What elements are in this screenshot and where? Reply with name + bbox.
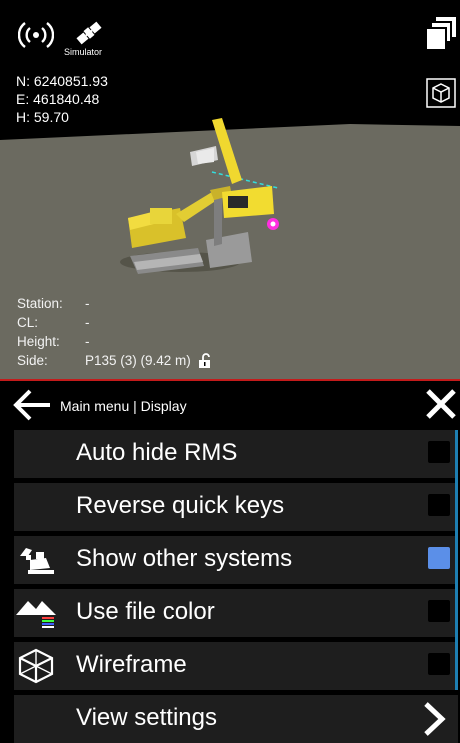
menu-item-use-file-color[interactable]: Use file color	[14, 589, 458, 637]
height: H: 59.70	[16, 109, 69, 125]
display-menu: Auto hide RMS Reverse quick keys Show ot…	[0, 430, 460, 743]
terrain-color-icon	[16, 601, 56, 628]
menu-item-label: Auto hide RMS	[76, 439, 238, 466]
menu-item-show-other-systems[interactable]: Show other systems	[14, 536, 458, 584]
menu-item-label: Reverse quick keys	[76, 492, 285, 519]
cl-value: -	[85, 315, 90, 330]
show-other-systems-checkbox[interactable]	[428, 547, 450, 569]
menu-item-view-settings[interactable]: View settings	[14, 695, 458, 743]
menu-item-reverse-quick-keys[interactable]: Reverse quick keys	[14, 483, 458, 531]
cl-key: CL:	[17, 315, 39, 330]
menu-item-label: Show other systems	[76, 545, 293, 572]
easting: E: 461840.48	[16, 91, 100, 107]
unlock-icon[interactable]	[197, 352, 213, 369]
use-file-color-checkbox[interactable]	[428, 600, 450, 622]
chevron-right-icon	[424, 702, 446, 736]
side-value: P135 (3) (9.42 m)	[85, 353, 191, 368]
excavator-icon	[20, 548, 54, 574]
layers-icon[interactable]	[424, 16, 458, 52]
menu-header: Main menu | Display	[0, 381, 460, 429]
auto-hide-rms-checkbox[interactable]	[428, 441, 450, 463]
breadcrumb: Main menu | Display	[60, 398, 187, 414]
menu-item-auto-hide-rms[interactable]: Auto hide RMS	[14, 430, 458, 478]
back-arrow-icon[interactable]	[12, 389, 52, 421]
side-value-wrap: P135 (3) (9.42 m)	[85, 351, 213, 370]
menu-item-wireframe[interactable]: Wireframe	[14, 642, 458, 690]
wireframe-checkbox[interactable]	[428, 653, 450, 675]
3d-viewport[interactable]: Simulator N: 6240851.93 E: 461840.48 H: …	[0, 0, 460, 380]
simulator-label: Simulator	[64, 47, 103, 57]
northing: N: 6240851.93	[16, 73, 108, 89]
station-value: -	[85, 296, 90, 311]
close-icon[interactable]	[424, 387, 458, 421]
menu-item-label: View settings	[76, 704, 217, 731]
side-key: Side:	[17, 353, 48, 368]
menu-item-label: Wireframe	[76, 651, 187, 678]
height-value: -	[85, 334, 90, 349]
cube-view-icon[interactable]	[426, 78, 456, 108]
scrollbar[interactable]	[455, 430, 458, 690]
satellite-icon[interactable]	[72, 16, 106, 50]
coordinate-readout: N: 6240851.93 E: 461840.48 H: 59.70	[16, 72, 108, 126]
wireframe-cube-icon	[18, 648, 54, 684]
station-key: Station:	[17, 296, 63, 311]
alignment-info: Station: - CL: - Height: - Side: P135 (3) (…	[17, 294, 213, 370]
menu-item-label: Use file color	[76, 598, 215, 625]
signal-icon[interactable]	[18, 20, 54, 50]
reverse-quick-keys-checkbox[interactable]	[428, 494, 450, 516]
height-key: Height:	[17, 334, 60, 349]
